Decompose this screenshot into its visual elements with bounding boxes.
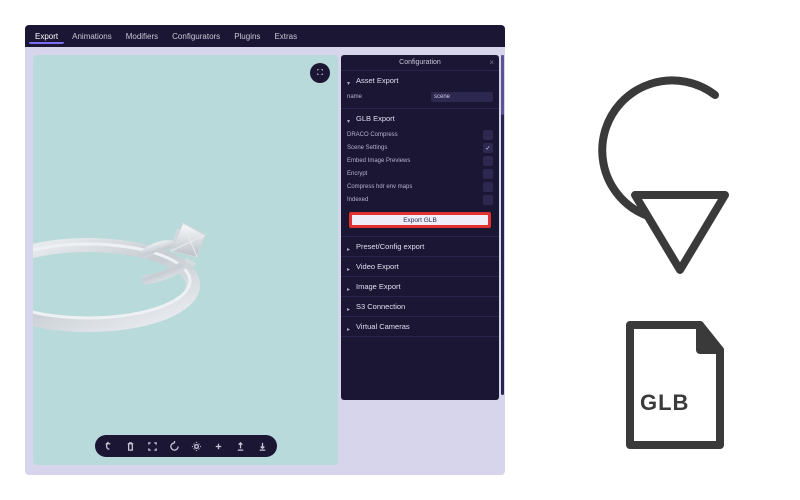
top-tabbar: Export Animations Modifiers Configurator… [25,25,505,47]
option-label: Indexed [347,197,479,204]
section-label: Asset Export [356,76,399,85]
section-header-asset-export[interactable]: Asset Export [341,71,499,90]
checkbox[interactable] [483,182,493,192]
checkbox[interactable] [483,130,493,140]
option-label: Embed Image Previews [347,158,479,165]
section-asset-export: Asset Export name scene [341,71,499,109]
checkbox[interactable] [483,156,493,166]
tab-animations[interactable]: Animations [66,29,118,44]
expand-icon: ⛶ [317,68,323,78]
name-input[interactable]: scene [431,92,493,102]
tab-configurators[interactable]: Configurators [166,29,226,44]
section-virtual-cameras: Virtual Cameras [341,317,499,337]
section-header-image-export[interactable]: Image Export [341,277,499,296]
chevron-right-icon [347,284,352,289]
section-header-glb-export[interactable]: GLB Export [341,109,499,128]
option-scene-settings: Scene Settings ✓ [347,143,493,153]
option-label: Compress hdr env maps [347,184,479,191]
config-panel: Configuration × Asset Export name scene … [341,55,499,400]
chevron-right-icon [347,324,352,329]
option-label: DRACO Compress [347,132,479,139]
section-label: S3 Connection [356,302,405,311]
chevron-down-icon [347,116,352,121]
option-compress-hdr: Compress hdr env maps [347,182,493,192]
chevron-right-icon [347,244,352,249]
close-icon[interactable]: × [489,58,494,67]
section-s3: S3 Connection [341,297,499,317]
file-type-label: GLB [640,390,689,416]
chevron-down-icon [347,78,352,83]
settings-button[interactable] [191,440,203,452]
glb-options: DRACO Compress Scene Settings ✓ Embed Ima… [341,128,499,236]
panel-title-text: Configuration [399,59,441,66]
option-label: Encrypt [347,171,479,178]
section-label: Preset/Config export [356,242,424,251]
field-label: name [347,94,427,101]
section-video-export: Video Export [341,257,499,277]
option-indexed: Indexed [347,195,493,205]
app-window: Export Animations Modifiers Configurator… [25,25,505,475]
checkbox[interactable] [483,169,493,179]
delete-button[interactable] [125,440,137,452]
tab-extras[interactable]: Extras [268,29,303,44]
section-label: Image Export [356,282,401,291]
model-preview [33,185,233,345]
undo-button[interactable] [103,440,115,452]
option-encrypt: Encrypt [347,169,493,179]
section-label: Video Export [356,262,399,271]
section-header-virtual-cameras[interactable]: Virtual Cameras [341,317,499,336]
upload-button[interactable] [235,440,247,452]
export-glb-button[interactable]: Export GLB [349,212,491,228]
viewport-toolbar [95,435,277,457]
scrollbar-thumb[interactable] [501,55,504,115]
checkbox[interactable]: ✓ [483,143,493,153]
tab-modifiers[interactable]: Modifiers [120,29,164,44]
download-button[interactable] [257,440,269,452]
add-button[interactable] [213,440,225,452]
section-header-s3[interactable]: S3 Connection [341,297,499,316]
option-label: Scene Settings [347,145,479,152]
section-image-export: Image Export [341,277,499,297]
section-label: GLB Export [356,114,395,123]
reset-button[interactable] [169,440,181,452]
field-name: name scene [347,92,493,102]
tab-plugins[interactable]: Plugins [228,29,266,44]
panel-title: Configuration × [341,55,499,71]
section-preset-config: Preset/Config export [341,237,499,257]
section-label: Virtual Cameras [356,322,410,331]
checkbox[interactable] [483,195,493,205]
option-draco: DRACO Compress [347,130,493,140]
chevron-right-icon [347,264,352,269]
option-embed-previews: Embed Image Previews [347,156,493,166]
chevron-right-icon [347,304,352,309]
fit-view-button[interactable] [147,440,159,452]
tab-export[interactable]: Export [29,29,64,44]
section-header-preset-config[interactable]: Preset/Config export [341,237,499,256]
viewport-3d[interactable]: ⛶ [33,55,338,465]
fullscreen-button[interactable]: ⛶ [310,63,330,83]
section-header-video-export[interactable]: Video Export [341,257,499,276]
section-glb-export: GLB Export DRACO Compress Scene Settings… [341,109,499,237]
